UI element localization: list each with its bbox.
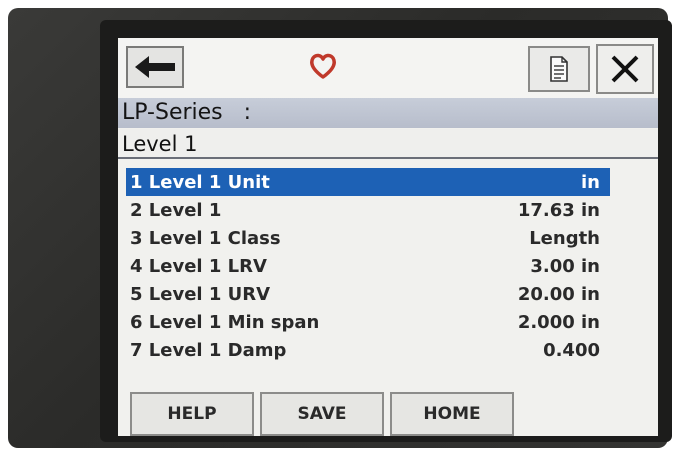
menu-item-label: 5 Level 1 URV bbox=[130, 283, 271, 305]
document-button[interactable] bbox=[528, 46, 590, 92]
menu-item-level-1[interactable]: 2 Level 1 17.63 in bbox=[126, 196, 610, 224]
softkey-bar: HELP SAVE HOME bbox=[130, 388, 530, 436]
toolbar bbox=[118, 38, 658, 98]
menu-item-label: 6 Level 1 Min span bbox=[130, 311, 320, 333]
menu-item-label: 4 Level 1 LRV bbox=[130, 255, 267, 277]
device-title: LP-Series : bbox=[118, 98, 658, 128]
menu-item-value: 20.00 in bbox=[517, 283, 600, 305]
menu-list: 1 Level 1 Unit in 2 Level 1 17.63 in 3 L… bbox=[126, 168, 610, 364]
menu-item-level-1-min-span[interactable]: 6 Level 1 Min span 2.000 in bbox=[126, 308, 610, 336]
heart-icon bbox=[306, 50, 340, 82]
menu-item-label: 1 Level 1 Unit bbox=[130, 171, 270, 193]
document-icon bbox=[550, 56, 568, 82]
device-screen: LP-Series : Level 1 1 Level 1 Unit in 2 … bbox=[118, 38, 658, 436]
back-button[interactable] bbox=[126, 46, 184, 88]
menu-item-level-1-damp[interactable]: 7 Level 1 Damp 0.400 bbox=[126, 336, 610, 364]
menu-item-label: 3 Level 1 Class bbox=[130, 227, 281, 249]
arrow-left-icon bbox=[135, 56, 175, 78]
help-button[interactable]: HELP bbox=[130, 392, 254, 436]
save-button[interactable]: SAVE bbox=[260, 392, 384, 436]
menu-item-level-1-class[interactable]: 3 Level 1 Class Length bbox=[126, 224, 610, 252]
menu-item-level-1-urv[interactable]: 5 Level 1 URV 20.00 in bbox=[126, 280, 610, 308]
menu-item-level-1-unit[interactable]: 1 Level 1 Unit in bbox=[126, 168, 610, 196]
home-button[interactable]: HOME bbox=[390, 392, 514, 436]
screen-title: Level 1 bbox=[118, 129, 658, 159]
menu-item-value: in bbox=[581, 171, 600, 193]
menu-item-value: 0.400 bbox=[543, 339, 600, 361]
close-icon bbox=[611, 55, 639, 83]
close-button[interactable] bbox=[596, 44, 654, 94]
menu-item-label: 2 Level 1 bbox=[130, 199, 222, 221]
menu-item-value: 2.000 in bbox=[517, 311, 600, 333]
menu-item-level-1-lrv[interactable]: 4 Level 1 LRV 3.00 in bbox=[126, 252, 610, 280]
menu-item-value: Length bbox=[529, 227, 600, 249]
menu-item-value: 3.00 in bbox=[530, 255, 600, 277]
menu-item-label: 7 Level 1 Damp bbox=[130, 339, 287, 361]
menu-item-value: 17.63 in bbox=[517, 199, 600, 221]
